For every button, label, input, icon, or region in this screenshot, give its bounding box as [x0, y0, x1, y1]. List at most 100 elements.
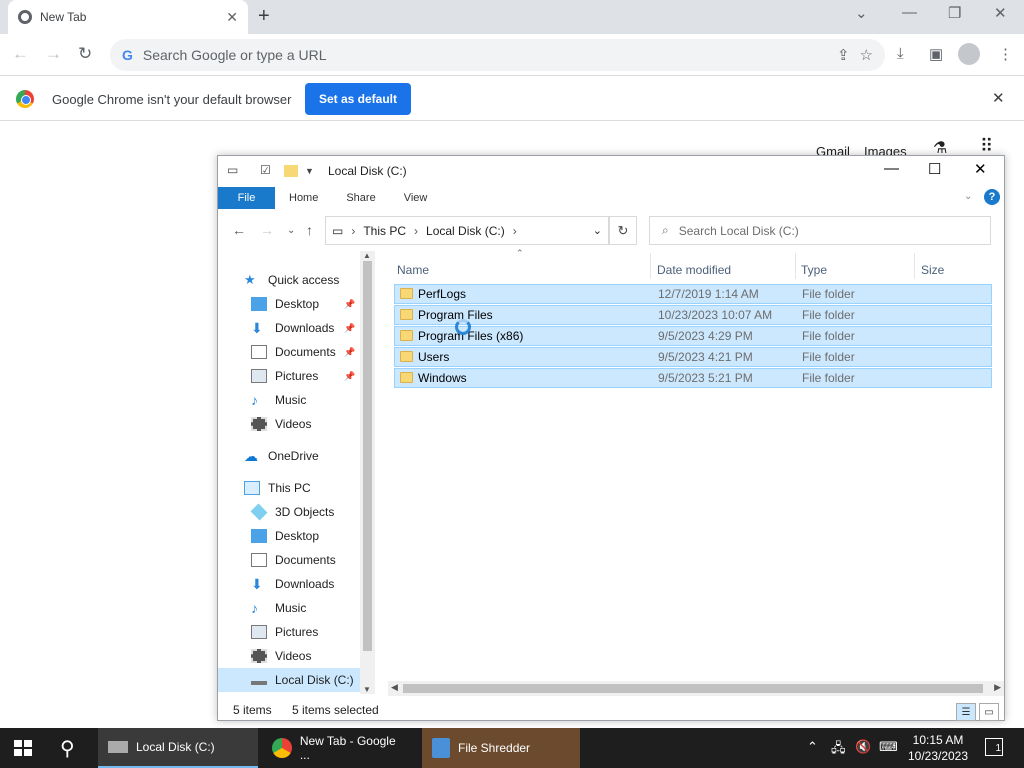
properties-icon[interactable]: ☑: [260, 163, 271, 177]
ribbon-tab-file[interactable]: File: [218, 187, 275, 209]
network-icon[interactable]: 🖧: [831, 739, 846, 761]
windows-start-icon[interactable]: [14, 740, 32, 756]
browser-tab[interactable]: New Tab ✕: [8, 0, 248, 34]
file-row[interactable]: Program Files 10/23/2023 10:07 AM File f…: [394, 305, 992, 325]
tab-search-icon[interactable]: ⌄: [855, 4, 868, 22]
column-divider[interactable]: [914, 253, 915, 279]
new-folder-icon[interactable]: [284, 165, 298, 177]
volume-muted-icon[interactable]: 🔇: [855, 739, 871, 755]
nav-label: This PC: [268, 481, 311, 495]
explorer-minimize-button[interactable]: —: [884, 160, 899, 177]
expand-ribbon-icon[interactable]: ⌄: [964, 191, 972, 202]
taskbar-item-explorer[interactable]: Local Disk (C:): [98, 728, 258, 768]
reload-button[interactable]: ↻: [78, 44, 92, 64]
film-icon: [251, 649, 267, 663]
nav-this-pc[interactable]: This PC: [218, 476, 360, 500]
scrollbar-thumb[interactable]: [363, 261, 372, 651]
file-row[interactable]: Windows 9/5/2023 5:21 PM File folder: [394, 368, 992, 388]
nav-pc-3d-objects[interactable]: 3D Objects: [218, 500, 360, 524]
set-as-default-button[interactable]: Set as default: [305, 83, 411, 115]
nav-qa-desktop[interactable]: Desktop 📌: [218, 292, 360, 316]
bookmark-star-icon[interactable]: ☆: [860, 46, 873, 64]
close-tab-icon[interactable]: ✕: [226, 9, 238, 26]
scroll-down-icon[interactable]: ▼: [363, 685, 371, 694]
menu-icon[interactable]: ⋮: [998, 45, 1013, 63]
column-divider[interactable]: [795, 253, 796, 279]
nav-pc-downloads[interactable]: ⬇ Downloads: [218, 572, 360, 596]
column-divider[interactable]: [650, 253, 651, 279]
column-header-type[interactable]: Type: [801, 263, 827, 277]
omnibox[interactable]: G Search Google or type a URL ⇪ ☆: [110, 39, 885, 71]
nav-pc-music[interactable]: ♪ Music: [218, 596, 360, 620]
share-icon[interactable]: ⇪: [837, 46, 850, 64]
close-window-button[interactable]: ✕: [994, 4, 1007, 22]
drive-icon: ▭: [227, 163, 239, 177]
minimize-button[interactable]: —: [902, 4, 917, 21]
large-icons-view-icon[interactable]: ▭: [979, 703, 999, 721]
nav-pc-local-disk[interactable]: Local Disk (C:): [218, 668, 360, 692]
nav-qa-music[interactable]: ♪ Music: [218, 388, 360, 412]
nav-quick-access[interactable]: ★ Quick access: [218, 268, 360, 292]
profile-avatar[interactable]: [958, 43, 980, 65]
file-list-hscrollbar[interactable]: ◀ ▶: [388, 681, 1004, 696]
nav-pc-documents[interactable]: Documents: [218, 548, 360, 572]
file-date: 9/5/2023 4:29 PM: [658, 329, 753, 343]
ribbon-tab-view[interactable]: View: [390, 187, 442, 209]
show-hidden-icons-icon[interactable]: ⌃: [807, 739, 818, 755]
explorer-maximize-button[interactable]: ☐: [928, 160, 941, 178]
qa-dropdown-icon[interactable]: ▼: [305, 166, 314, 176]
scrollbar-thumb[interactable]: [403, 684, 983, 693]
breadcrumb-local-disk[interactable]: Local Disk (C:): [426, 224, 505, 238]
explorer-back-button[interactable]: ←: [232, 222, 246, 238]
breadcrumb-this-pc[interactable]: This PC: [363, 224, 406, 238]
nav-qa-downloads[interactable]: ⬇ Downloads 📌: [218, 316, 360, 340]
help-icon[interactable]: ?: [984, 189, 1000, 205]
explorer-close-button[interactable]: ✕: [974, 160, 987, 178]
scroll-up-icon[interactable]: ▲: [363, 251, 371, 260]
taskbar-clock[interactable]: 10:15 AM 10/23/2023: [900, 732, 976, 764]
address-bar[interactable]: ▭ › This PC › Local Disk (C:) › ⌄: [325, 216, 609, 245]
taskbar-item-file-shredder[interactable]: File Shredder: [422, 728, 580, 768]
download-icon[interactable]: ⤓: [897, 45, 904, 62]
keyboard-icon[interactable]: ⌨: [879, 739, 898, 755]
new-tab-button[interactable]: +: [258, 5, 270, 28]
nav-onedrive[interactable]: ☁ OneDrive: [218, 444, 360, 468]
scroll-left-icon[interactable]: ◀: [391, 682, 398, 693]
file-row[interactable]: Program Files (x86) 9/5/2023 4:29 PM Fil…: [394, 326, 992, 346]
search-input[interactable]: ⌕ Search Local Disk (C:): [649, 216, 991, 245]
nav-qa-videos[interactable]: Videos: [218, 412, 360, 436]
infobar-close-icon[interactable]: ✕: [992, 89, 1005, 107]
apps-grid-icon[interactable]: ⠿: [980, 136, 993, 157]
nav-qa-documents[interactable]: Documents 📌: [218, 340, 360, 364]
column-header-date[interactable]: Date modified: [657, 263, 731, 277]
taskbar-item-chrome[interactable]: New Tab - Google ...: [262, 728, 418, 768]
restore-button[interactable]: ❐: [948, 4, 961, 22]
nav-pane-scrollbar[interactable]: ▲ ▼: [360, 251, 375, 694]
file-row[interactable]: Users 9/5/2023 4:21 PM File folder: [394, 347, 992, 367]
side-panel-icon[interactable]: ▣: [929, 45, 943, 63]
nav-label: Local Disk (C:): [275, 673, 354, 687]
nav-pc-desktop[interactable]: Desktop: [218, 524, 360, 548]
column-header-name[interactable]: Name: [397, 263, 429, 277]
back-button[interactable]: ←: [12, 44, 29, 64]
desktop-icon: [251, 297, 267, 311]
nav-qa-pictures[interactable]: Pictures 📌: [218, 364, 360, 388]
ribbon-tab-home[interactable]: Home: [275, 187, 332, 209]
scroll-right-icon[interactable]: ▶: [994, 682, 1001, 693]
taskbar-search-icon[interactable]: ⚲: [60, 736, 75, 761]
explorer-forward-button[interactable]: →: [260, 222, 274, 238]
ribbon-tab-share[interactable]: Share: [332, 187, 389, 209]
details-view-icon[interactable]: ☰: [956, 703, 976, 721]
nav-pc-videos[interactable]: Videos: [218, 644, 360, 668]
nav-pc-pictures[interactable]: Pictures: [218, 620, 360, 644]
nav-label: OneDrive: [268, 449, 319, 463]
file-row[interactable]: PerfLogs 12/7/2019 1:14 AM File folder: [394, 284, 992, 304]
pin-icon: 📌: [344, 298, 356, 309]
column-header-size[interactable]: Size: [921, 263, 944, 277]
up-button[interactable]: ↑: [306, 222, 313, 238]
recent-locations-icon[interactable]: ⌄: [287, 225, 295, 236]
address-dropdown-icon[interactable]: ⌄: [593, 224, 602, 237]
notification-center-icon[interactable]: 1: [985, 738, 1003, 756]
forward-button[interactable]: →: [45, 44, 62, 64]
refresh-button[interactable]: ↻: [609, 216, 637, 245]
